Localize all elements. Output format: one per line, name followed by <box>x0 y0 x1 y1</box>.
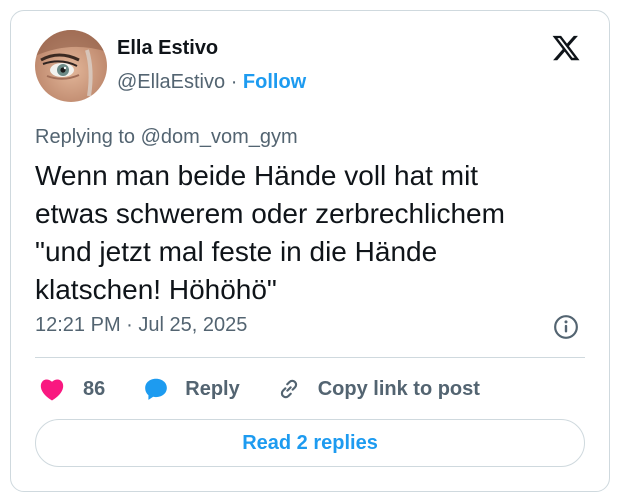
reply-button[interactable]: Reply <box>143 376 240 402</box>
follow-button[interactable]: Follow <box>243 71 306 93</box>
avatar[interactable] <box>35 30 107 102</box>
reply-label: Reply <box>185 377 240 400</box>
info-icon[interactable] <box>553 314 579 340</box>
like-count: 86 <box>83 377 106 400</box>
copy-link-button[interactable]: Copy link to post <box>276 376 480 402</box>
tweet-timestamp[interactable]: 12:21 PM · Jul 25, 2025 <box>35 314 247 337</box>
heart-icon <box>40 379 64 401</box>
like-button[interactable]: 86 <box>39 377 105 401</box>
divider <box>35 357 585 358</box>
x-logo-icon[interactable] <box>549 33 583 63</box>
tweet-text: Wenn man beide Hände voll hat mit etwas … <box>35 160 505 305</box>
action-bar: 86 Reply Copy link to post <box>39 373 480 405</box>
link-icon <box>280 379 297 399</box>
speech-bubble-icon <box>145 378 168 400</box>
avatar-image <box>35 30 107 102</box>
author-handle[interactable]: @EllaEstivo <box>117 71 225 93</box>
tweet-card: Ella Estivo @EllaEstivo · Follow Replyin… <box>10 10 610 492</box>
read-replies-button[interactable]: Read 2 replies <box>35 419 585 467</box>
handle-separator: · <box>230 71 238 93</box>
replying-to[interactable]: Replying to @dom_vom_gym <box>35 126 298 149</box>
author-name[interactable]: Ella Estivo <box>117 37 218 60</box>
copy-link-label: Copy link to post <box>317 377 480 400</box>
author-handle-row: @EllaEstivo · Follow <box>117 71 306 94</box>
